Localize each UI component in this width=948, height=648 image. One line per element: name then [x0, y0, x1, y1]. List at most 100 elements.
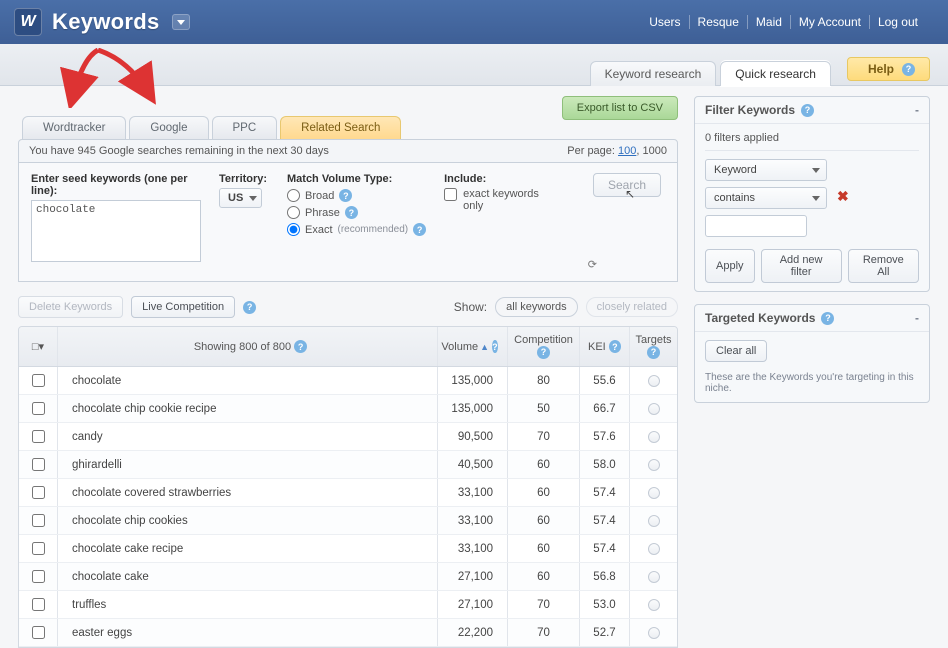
row-keyword[interactable]: chocolate cake recipe — [57, 535, 437, 562]
target-toggle[interactable] — [648, 431, 660, 443]
row-competition: 60 — [507, 507, 579, 534]
targeted-title: Targeted Keywords — [705, 311, 815, 325]
territory-select[interactable]: US — [219, 188, 262, 208]
tab-ppc[interactable]: PPC — [212, 116, 278, 139]
row-checkbox[interactable] — [32, 626, 45, 639]
target-toggle[interactable] — [648, 515, 660, 527]
tab-keyword-research[interactable]: Keyword research — [590, 61, 717, 86]
row-kei: 56.8 — [579, 563, 629, 590]
target-toggle[interactable] — [648, 599, 660, 611]
help-icon[interactable]: ? — [801, 104, 814, 117]
meta-bar: You have 945 Google searches remaining i… — [18, 139, 678, 163]
col-competition-header[interactable]: Competition — [514, 334, 573, 346]
include-exact-checkbox[interactable] — [444, 188, 457, 201]
row-keyword[interactable]: easter eggs — [57, 619, 437, 646]
seed-input[interactable] — [31, 200, 201, 262]
match-phrase-radio[interactable] — [287, 206, 300, 219]
filter-op-select[interactable]: contains — [705, 187, 827, 209]
nav-resque[interactable]: Resque — [689, 15, 747, 29]
col-kei-header[interactable]: KEI — [588, 341, 606, 353]
target-toggle[interactable] — [648, 571, 660, 583]
tab-quick-research[interactable]: Quick research — [720, 61, 831, 86]
filter-field-select[interactable]: Keyword — [705, 159, 827, 181]
help-icon[interactable]: ? — [294, 340, 307, 353]
top-nav: Users Resque Maid My Account Log out — [641, 15, 926, 29]
row-keyword[interactable]: chocolate covered strawberries — [57, 479, 437, 506]
row-checkbox[interactable] — [32, 570, 45, 583]
collapse-icon[interactable]: - — [915, 311, 919, 325]
collapse-icon[interactable]: - — [915, 103, 919, 117]
sort-desc-icon: ▲ — [480, 342, 489, 352]
target-toggle[interactable] — [648, 459, 660, 471]
help-button[interactable]: Help ? — [847, 57, 930, 81]
row-checkbox[interactable] — [32, 514, 45, 527]
row-checkbox[interactable] — [32, 598, 45, 611]
show-label: Show: — [454, 300, 487, 314]
tab-wordtracker[interactable]: Wordtracker — [22, 116, 126, 139]
row-kei: 53.0 — [579, 591, 629, 618]
target-toggle[interactable] — [648, 627, 660, 639]
col-targets-header[interactable]: Targets — [635, 334, 671, 346]
help-icon[interactable]: ? — [413, 223, 426, 236]
help-icon[interactable]: ? — [537, 346, 550, 359]
row-keyword[interactable]: candy — [57, 423, 437, 450]
match-exact-radio[interactable] — [287, 223, 300, 236]
help-icon[interactable]: ? — [821, 312, 834, 325]
help-icon[interactable]: ? — [609, 340, 621, 353]
nav-logout[interactable]: Log out — [869, 15, 926, 29]
row-kei: 52.7 — [579, 619, 629, 646]
remove-filter-icon[interactable]: ✖ — [837, 188, 849, 205]
row-checkbox[interactable] — [32, 430, 45, 443]
nav-maid[interactable]: Maid — [747, 15, 790, 29]
row-checkbox[interactable] — [32, 542, 45, 555]
row-competition: 70 — [507, 591, 579, 618]
target-toggle[interactable] — [648, 403, 660, 415]
row-keyword[interactable]: chocolate chip cookie recipe — [57, 395, 437, 422]
match-broad-radio[interactable] — [287, 189, 300, 202]
tab-related-search[interactable]: Related Search — [280, 116, 401, 139]
tab-google[interactable]: Google — [129, 116, 208, 139]
row-keyword[interactable]: chocolate chip cookies — [57, 507, 437, 534]
app-menu-toggle[interactable] — [172, 14, 190, 30]
row-competition: 60 — [507, 563, 579, 590]
row-checkbox[interactable] — [32, 486, 45, 499]
match-recommended: (recommended) — [338, 224, 409, 235]
target-toggle[interactable] — [648, 543, 660, 555]
help-icon[interactable]: ? — [345, 206, 358, 219]
filter-remove-all-button[interactable]: Remove All — [848, 249, 919, 283]
row-volume: 27,100 — [437, 591, 507, 618]
row-checkbox[interactable] — [32, 374, 45, 387]
chevron-down-icon — [177, 20, 185, 25]
perpage-label: Per page: — [567, 145, 615, 157]
help-icon[interactable]: ? — [492, 340, 498, 353]
nav-my-account[interactable]: My Account — [790, 15, 869, 29]
target-toggle[interactable] — [648, 375, 660, 387]
perpage-100[interactable]: 100 — [618, 145, 636, 157]
help-icon[interactable]: ? — [243, 301, 256, 314]
target-toggle[interactable] — [648, 487, 660, 499]
row-volume: 33,100 — [437, 507, 507, 534]
col-volume-header[interactable]: Volume — [441, 341, 478, 353]
row-checkbox[interactable] — [32, 458, 45, 471]
row-keyword[interactable]: ghirardelli — [57, 451, 437, 478]
nav-users[interactable]: Users — [641, 15, 688, 29]
table-row: candy90,5007057.6 — [19, 423, 677, 451]
row-keyword[interactable]: chocolate cake — [57, 563, 437, 590]
filter-field-value: Keyword — [714, 164, 757, 176]
live-competition-button[interactable]: Live Competition — [131, 296, 235, 318]
row-keyword[interactable]: truffles — [57, 591, 437, 618]
row-keyword[interactable]: chocolate — [57, 367, 437, 394]
perpage-1000[interactable]: 1000 — [643, 145, 667, 157]
row-checkbox[interactable] — [32, 402, 45, 415]
row-competition: 80 — [507, 367, 579, 394]
targeted-clear-button[interactable]: Clear all — [705, 340, 767, 362]
filter-add-button[interactable]: Add new filter — [761, 249, 842, 283]
help-icon[interactable]: ? — [339, 189, 352, 202]
help-icon[interactable]: ? — [647, 346, 660, 359]
show-closely-related[interactable]: closely related — [586, 297, 678, 317]
col-select-all[interactable]: □▾ — [19, 327, 57, 366]
delete-keywords-button[interactable]: Delete Keywords — [18, 296, 123, 318]
show-all-keywords[interactable]: all keywords — [495, 297, 578, 317]
filter-value-input[interactable] — [705, 215, 807, 237]
filter-apply-button[interactable]: Apply — [705, 249, 755, 283]
